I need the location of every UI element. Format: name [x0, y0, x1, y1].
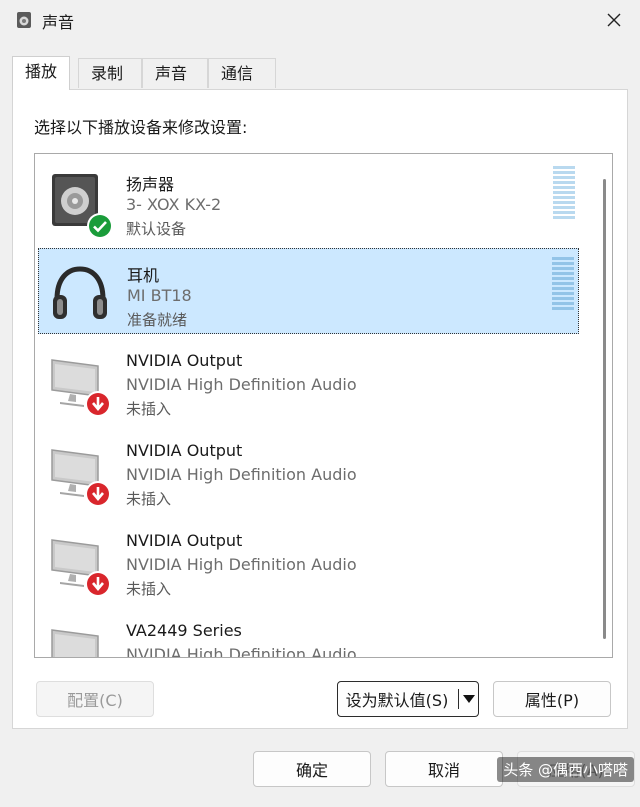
headphones-icon — [47, 261, 113, 327]
default-check-icon — [86, 212, 114, 240]
device-name: NVIDIA Output — [126, 531, 243, 550]
cancel-button[interactable]: 取消 — [385, 751, 503, 787]
unplugged-arrow-icon — [84, 480, 112, 508]
tab-sounds[interactable]: 声音 — [142, 58, 208, 88]
device-name: NVIDIA Output — [126, 351, 243, 370]
device-description: 3- XOX KX-2 — [126, 195, 222, 214]
device-name: 耳机 — [127, 266, 160, 285]
set-default-split-button[interactable]: 设为默认值(S) — [337, 681, 479, 717]
device-status: 未插入 — [126, 490, 172, 508]
volume-meter — [552, 257, 574, 315]
unplugged-arrow-icon — [84, 390, 112, 418]
triangle-down-icon — [462, 695, 475, 703]
device-description: NVIDIA High Definition Audio — [126, 465, 357, 484]
device-description: NVIDIA High Definition Audio — [126, 555, 357, 574]
device-name: NVIDIA Output — [126, 441, 243, 460]
monitor-icon — [46, 620, 112, 657]
watermark-text: 头条 @偶西小嗒嗒 — [497, 757, 634, 782]
configure-button[interactable]: 配置(C) — [36, 681, 154, 717]
device-list-scrollbar[interactable] — [596, 154, 612, 657]
tab-communications[interactable]: 通信 — [208, 58, 276, 88]
volume-meter — [553, 166, 575, 224]
device-item-headphones[interactable]: 耳机 MI BT18 准备就绪 — [38, 248, 579, 334]
speaker-app-icon — [14, 10, 34, 30]
device-item-va2449[interactable]: VA2449 Series NVIDIA High Definition Aud… — [38, 608, 579, 658]
device-item-speaker[interactable]: 扬声器 3- XOX KX-2 默认设备 — [38, 158, 579, 244]
unplugged-arrow-icon — [84, 570, 112, 598]
playback-panel: 选择以下播放设备来修改设置: 扬声器 3- XOX KX-2 默认设备 耳机 M… — [12, 89, 628, 729]
device-description: MI BT18 — [127, 286, 192, 305]
properties-button[interactable]: 属性(P) — [493, 681, 611, 717]
device-item-nvidia-output-2[interactable]: NVIDIA Output NVIDIA High Definition Aud… — [38, 428, 579, 514]
device-description: NVIDIA High Definition Audio — [126, 375, 357, 394]
scrollbar-thumb[interactable] — [603, 179, 606, 639]
device-status: 未插入 — [126, 580, 172, 598]
ok-button[interactable]: 确定 — [253, 751, 371, 787]
close-icon — [607, 13, 621, 27]
device-name: 扬声器 — [126, 175, 175, 194]
tab-strip: 播放 录制 声音 通信 — [12, 56, 628, 90]
window-title: 声音 — [42, 13, 75, 32]
close-button[interactable] — [596, 2, 632, 38]
tab-playback[interactable]: 播放 — [12, 56, 70, 90]
set-default-dropdown-button[interactable] — [459, 682, 478, 716]
device-item-nvidia-output-1[interactable]: NVIDIA Output NVIDIA High Definition Aud… — [38, 338, 579, 424]
device-status: 默认设备 — [126, 220, 187, 238]
device-description: NVIDIA High Definition Audio — [126, 645, 357, 658]
device-item-nvidia-output-3[interactable]: NVIDIA Output NVIDIA High Definition Aud… — [38, 518, 579, 604]
tab-recording[interactable]: 录制 — [78, 58, 142, 88]
device-list[interactable]: 扬声器 3- XOX KX-2 默认设备 耳机 MI BT18 准备就绪 NVI… — [34, 153, 613, 658]
instruction-text: 选择以下播放设备来修改设置: — [34, 118, 248, 137]
set-default-button[interactable]: 设为默认值(S) — [338, 682, 456, 716]
device-status: 未插入 — [126, 400, 172, 418]
device-status: 准备就绪 — [127, 311, 188, 329]
title-bar: 声音 — [0, 0, 640, 40]
device-name: VA2449 Series — [126, 621, 242, 640]
